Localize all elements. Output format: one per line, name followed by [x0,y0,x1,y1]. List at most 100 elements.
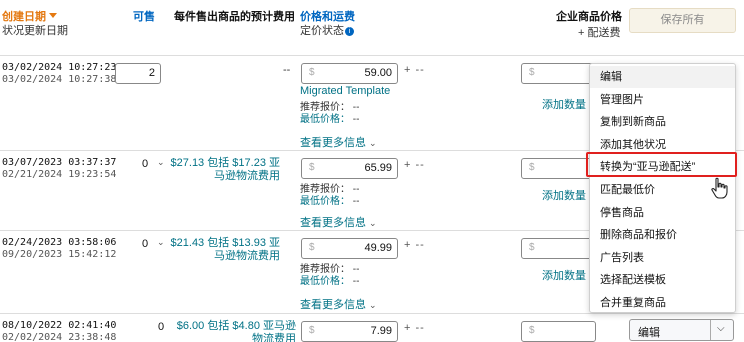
fee-line-1[interactable]: $6.00 包括 $4.80 亚马逊 [166,320,296,333]
quantity-input[interactable]: 2 [115,63,161,84]
row-dates: 02/24/2023 03:58:06 09/20/2023 15:42:12 [2,237,116,261]
chevron-down-icon[interactable]: ⌄ [157,237,165,248]
fee-line-1[interactable]: $27.13 包括 $17.23 亚 [168,157,280,170]
view-more-label[interactable]: 查看更多信息 [300,217,366,229]
menu-item[interactable]: 编辑 [590,66,735,88]
created-date: 02/24/2023 03:58:06 [2,237,117,248]
row-dates: 08/10/2022 02:41:40 02/02/2024 23:38:48 [2,320,116,342]
lowest-value: -- [352,114,360,125]
row-dates: 03/02/2024 10:27:23 03/02/2024 10:27:38 [2,62,116,86]
edit-button-label[interactable]: 编辑 [638,324,660,340]
table-header: 创建日期 状况更新日期 可售 每件售出商品的预计费用 价格和运费 定价状态 i 企… [0,0,744,50]
quantity-value: 0 [142,158,149,170]
updated-date: 09/20/2023 15:42:12 [2,249,117,260]
price-value[interactable]: 59.00 [364,67,392,79]
currency-symbol: $ [309,242,315,253]
business-price-header: 企业商品价格 [556,11,622,23]
fee-link[interactable]: $6.00 包括 $4.80 亚马逊 物流费用 [166,320,296,342]
currency-symbol: $ [529,325,535,336]
highlight-annotation [586,152,737,177]
price-value[interactable]: 49.99 [364,242,392,254]
sort-available[interactable]: 可售 [133,8,155,24]
chevron-down-icon[interactable]: ⌵ [717,323,725,334]
view-more-label[interactable]: 查看更多信息 [300,299,366,311]
price-value[interactable]: 65.99 [364,162,392,174]
menu-item[interactable]: 管理图片 [590,89,735,111]
fee-line-1[interactable]: $21.43 包括 $13.93 亚 [168,237,280,250]
chevron-down-icon[interactable]: ⌄ [369,138,377,148]
menu-item[interactable]: 广告列表 [590,247,735,269]
currency-symbol: $ [309,162,315,173]
business-price-input[interactable]: $ [521,321,596,342]
currency-symbol: $ [529,242,535,253]
add-quantity-link[interactable]: 添加数量 [542,96,586,112]
lowest-label[interactable]: 最低价格： [300,114,350,125]
created-date: 08/10/2022 02:41:40 [2,320,117,331]
updated-date: 02/02/2024 23:38:48 [2,332,117,342]
created-date: 03/02/2024 10:27:23 [2,62,117,73]
menu-item[interactable]: 删除商品和报价 [590,224,735,246]
pricing-status-label: 定价状态 [300,25,344,37]
add-quantity-link[interactable]: 添加数量 [542,267,586,283]
lowest-price: 最低价格： -- [300,272,359,287]
row-dates: 03/07/2023 03:37:37 02/21/2024 19:23:54 [2,157,116,181]
pricing-status-header: 定价状态 i [300,22,354,38]
sort-down-icon[interactable] [49,13,57,18]
price-input[interactable]: $ 7.99 [301,321,398,342]
fee-line-2[interactable]: 马逊物流费用 [168,170,280,183]
fee-per-item-header: 每件售出商品的预计费用 [174,11,295,23]
status-updated-date-label: 状况更新日期 [2,25,68,37]
view-more-link[interactable]: 查看更多信息 ⌄ [300,296,377,312]
button-divider [710,320,711,340]
quantity-value: 0 [158,321,165,333]
shipping-plus: + -- [404,159,425,171]
lowest-label[interactable]: 最低价格： [300,276,350,287]
menu-item[interactable]: 选择配送模板 [590,269,735,291]
info-icon[interactable]: i [345,27,354,36]
view-more-label[interactable]: 查看更多信息 [300,137,366,149]
shipping-plus: + -- [404,322,425,334]
updated-date: 03/02/2024 10:27:38 [2,74,117,85]
currency-symbol: $ [309,325,315,336]
created-date: 03/07/2023 03:37:37 [2,157,117,168]
price-input[interactable]: $ 49.99 [301,238,398,259]
shipping-template-link[interactable]: Migrated Template [300,85,390,97]
menu-item[interactable]: 复制到新商品 [590,111,735,133]
view-more-link[interactable]: 查看更多信息 ⌄ [300,214,377,230]
edit-dropdown-button[interactable]: 编辑 ⌵ [629,319,734,341]
shipping-plus: + -- [404,239,425,251]
view-more-link[interactable]: 查看更多信息 ⌄ [300,134,377,150]
updated-date: 02/21/2024 19:23:54 [2,169,117,180]
plus-shipping-header: + 配送费 [578,27,621,39]
business-price-input[interactable]: $ [521,238,596,259]
fee-value: -- [283,64,291,76]
currency-symbol: $ [309,67,315,78]
lowest-price: 最低价格： -- [300,110,359,125]
quantity-value: 0 [142,238,149,250]
business-price-input[interactable]: $ [521,158,596,179]
fee-link[interactable]: $21.43 包括 $13.93 亚 马逊物流费用 [168,237,280,263]
fee-link[interactable]: $27.13 包括 $17.23 亚 马逊物流费用 [168,157,280,183]
business-price-input[interactable]: $ [521,63,596,84]
lowest-value: -- [352,276,360,287]
lowest-label[interactable]: 最低价格： [300,196,350,207]
hand-cursor-icon [711,177,728,199]
menu-item[interactable]: 停售商品 [590,202,735,224]
lowest-price: 最低价格： -- [300,192,359,207]
shipping-plus: + -- [404,64,425,76]
price-input[interactable]: $ 59.00 [301,63,398,84]
chevron-down-icon[interactable]: ⌄ [157,157,165,168]
price-value[interactable]: 7.99 [371,325,392,337]
lowest-value: -- [352,196,360,207]
fee-line-2[interactable]: 物流费用 [166,333,296,342]
currency-symbol: $ [529,67,535,78]
price-input[interactable]: $ 65.99 [301,158,398,179]
chevron-down-icon[interactable]: ⌄ [369,218,377,228]
currency-symbol: $ [529,162,535,173]
fee-line-2[interactable]: 马逊物流费用 [168,250,280,263]
add-quantity-link[interactable]: 添加数量 [542,187,586,203]
save-all-button[interactable]: 保存所有 [629,8,736,33]
menu-item[interactable]: 合并重复商品 [590,292,735,314]
table-row: 08/10/2022 02:41:40 02/02/2024 23:38:48 … [0,313,744,342]
chevron-down-icon[interactable]: ⌄ [369,300,377,310]
